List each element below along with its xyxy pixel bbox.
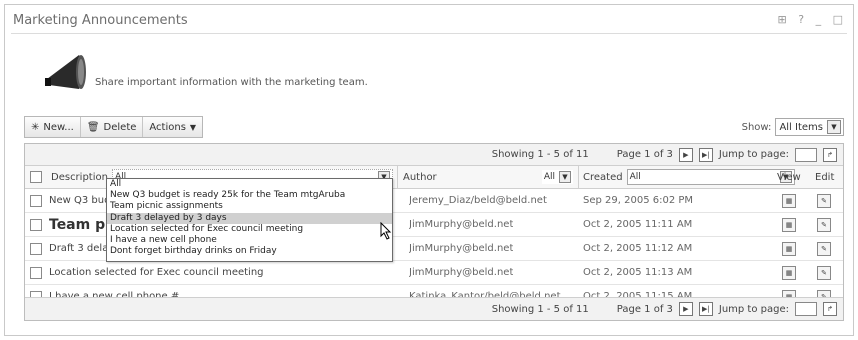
row-checkbox[interactable] (30, 267, 42, 279)
top-pager: Showing 1 - 5 of 11 Page 1 of 3 ▶ ▶| Jum… (25, 144, 843, 166)
dropdown-option[interactable]: I have a new cell phone (107, 235, 392, 246)
row-checkbox[interactable] (30, 243, 42, 255)
created-filter-value: All (629, 172, 641, 182)
bottom-pager: Showing 1 - 5 of 11 Page 1 of 3 ▶ ▶| Jum… (25, 297, 843, 320)
portlet-description: Share important information with the mar… (95, 77, 368, 88)
new-button[interactable]: ✳ New... (25, 117, 81, 137)
delete-label: Delete (103, 121, 137, 133)
author-cell: JimMurphy@beld.net (409, 219, 514, 230)
jump-label: Jump to page: (718, 303, 789, 315)
edit-icon[interactable]: ✎ (817, 218, 831, 232)
jump-page-input[interactable] (795, 302, 817, 316)
author-filter-select[interactable]: All ▼ (541, 170, 573, 184)
author-cell: JimMurphy@beld.net (409, 267, 514, 278)
created-cell: Oct 2, 2005 11:12 AM (583, 243, 693, 254)
table-row[interactable]: Location selected for Exec council meeti… (25, 261, 843, 285)
view-icon[interactable]: ▦ (782, 218, 796, 232)
view-icon[interactable]: ▦ (782, 242, 796, 256)
window-controls[interactable]: ⊞ ? _ □ (778, 13, 847, 26)
dropdown-option[interactable]: Location selected for Exec council meeti… (107, 224, 392, 235)
go-icon[interactable]: ↱ (823, 302, 837, 316)
go-icon[interactable]: ↱ (823, 147, 837, 162)
dropdown-option[interactable]: All (107, 179, 392, 190)
dropdown-option[interactable]: Dont forget birthday drinks on Friday (107, 246, 392, 257)
show-label: Show: (741, 121, 772, 133)
edit-icon[interactable]: ✎ (817, 266, 831, 280)
author-header-label: Author (403, 171, 437, 183)
dropdown-option-selected[interactable]: Draft 3 delayed by 3 days (107, 212, 392, 224)
last-page-icon[interactable]: ▶| (698, 302, 713, 316)
row-checkbox[interactable] (30, 195, 42, 207)
author-cell: Jeremy_Diaz/beld@beld.net (409, 195, 547, 206)
delete-button[interactable]: 🗑 Delete (81, 117, 144, 137)
created-cell: Oct 2, 2005 11:13 AM (583, 267, 693, 278)
show-value: All Items (779, 121, 823, 133)
portlet-title: Marketing Announcements (13, 13, 188, 28)
column-divider (397, 166, 398, 188)
description-header-label: Description (51, 171, 108, 183)
author-header: Author All ▼ (403, 166, 573, 188)
megaphone-icon (45, 55, 86, 89)
showing-text: Showing 1 - 5 of 11 (491, 149, 589, 160)
created-cell: Sep 29, 2005 6:02 PM (583, 195, 694, 206)
title-divider (11, 33, 847, 34)
page-text: Page 1 of 3 (616, 149, 673, 160)
chevron-down-icon: ▼ (827, 120, 841, 134)
trash-icon: 🗑 (86, 121, 100, 133)
next-page-icon[interactable]: ▶ (678, 302, 693, 316)
dropdown-option[interactable]: New Q3 budget is ready 25k for the Team … (107, 190, 392, 201)
description-cell[interactable]: Location selected for Exec council meeti… (49, 261, 264, 284)
mouse-cursor-icon (380, 222, 392, 240)
chevron-down-icon: ▼ (189, 122, 197, 132)
view-icon[interactable]: ▦ (782, 194, 796, 208)
edit-icon[interactable]: ✎ (817, 194, 831, 208)
edit-header: Edit (815, 171, 835, 183)
page-text: Page 1 of 3 (616, 303, 673, 315)
new-icon: ✳ (31, 121, 40, 133)
actions-menu-button[interactable]: Actions ▼ (143, 117, 202, 137)
author-filter-value: All (543, 172, 555, 182)
row-checkbox[interactable] (30, 219, 42, 231)
description-filter-dropdown[interactable]: All New Q3 budget is ready 25k for the T… (106, 178, 393, 262)
next-page-icon[interactable]: ▶ (678, 147, 693, 162)
chevron-down-icon: ▼ (559, 171, 571, 183)
created-filter-select[interactable]: All ▼ (626, 169, 795, 185)
created-header-label: Created (583, 171, 623, 183)
view-icon[interactable]: ▦ (782, 266, 796, 280)
showing-text: Showing 1 - 5 of 11 (491, 303, 589, 315)
new-label: New... (43, 121, 74, 133)
select-all-checkbox[interactable] (30, 171, 42, 183)
view-header: View (777, 171, 801, 183)
show-select[interactable]: All Items ▼ (775, 118, 844, 136)
column-divider (578, 166, 579, 188)
jump-label: Jump to page: (718, 149, 789, 160)
show-filter: Show: All Items ▼ (742, 118, 844, 136)
edit-icon[interactable]: ✎ (817, 242, 831, 256)
created-cell: Oct 2, 2005 11:11 AM (583, 219, 693, 230)
actions-label: Actions (149, 121, 186, 133)
jump-page-input[interactable] (795, 147, 817, 162)
dropdown-option[interactable]: Team picnic assignments (107, 201, 392, 212)
last-page-icon[interactable]: ▶| (698, 147, 713, 162)
toolbar: ✳ New... 🗑 Delete Actions ▼ (24, 116, 204, 138)
author-cell: JimMurphy@beld.net (409, 243, 514, 254)
created-header: Created All ▼ (583, 166, 795, 188)
